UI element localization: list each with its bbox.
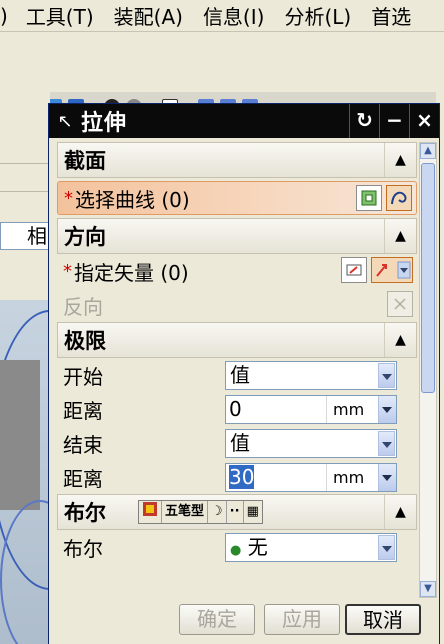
end-distance-input[interactable]: 30: [226, 464, 326, 491]
end-row: 结束 值: [57, 426, 417, 460]
menu-item-preferences[interactable]: 首选: [371, 1, 411, 30]
boolean-label: 布尔: [63, 536, 103, 561]
scroll-up-icon[interactable]: ▲: [420, 143, 436, 159]
required-asterisk: *: [63, 260, 72, 282]
start-label: 开始: [63, 364, 103, 389]
reverse-direction-label: 反向: [63, 294, 103, 319]
dialog-footer: 确定 应用 取消: [49, 598, 439, 644]
start-row: 开始 值: [57, 358, 417, 392]
menu-bar: ) 工具(T) 装配(A) 信息(I) 分析(L) 首选: [0, 0, 444, 32]
group-header-direction[interactable]: 方向 ▲: [57, 218, 417, 254]
apply-button[interactable]: 应用: [264, 604, 340, 635]
group-header-limits[interactable]: 极限 ▲: [57, 322, 417, 358]
start-distance-label: 距离: [63, 398, 103, 423]
chevron-down-icon[interactable]: [378, 396, 396, 423]
graphics-viewport[interactable]: [0, 300, 50, 644]
row-icons: [383, 291, 413, 317]
end-distance-field[interactable]: 30 mm: [225, 463, 397, 492]
vector-type-dropdown[interactable]: [371, 257, 413, 283]
menu-item-analysis[interactable]: 分析(L): [284, 1, 351, 30]
ime-mode-label[interactable]: 五笔型: [162, 501, 209, 523]
boolean-select-value: 无: [247, 535, 268, 559]
toolbar: [0, 32, 444, 115]
boolean-row: 布尔 ● 无: [57, 530, 417, 564]
collapse-icon[interactable]: ▲: [384, 219, 416, 253]
boolean-select[interactable]: ● 无: [225, 533, 397, 562]
reset-button[interactable]: ↻: [349, 104, 379, 138]
select-curve-label: 选择曲线 (0): [75, 187, 190, 212]
left-combo[interactable]: 相: [0, 222, 50, 250]
menu-item-truncated[interactable]: ): [0, 4, 8, 28]
chevron-down-icon[interactable]: [378, 464, 396, 491]
sketch-icon[interactable]: [356, 185, 382, 211]
pin-icon[interactable]: ↖: [49, 111, 81, 132]
extrude-dialog: ↖ 拉伸 ↻ − × 截面 ▲ * 选择曲线 (0) 方向 ▲ * 指定矢量 (…: [48, 103, 440, 644]
ime-toolbar[interactable]: 五笔型 ☽ ·· ▦: [138, 500, 263, 524]
start-distance-unit: mm: [326, 396, 378, 423]
minimize-button[interactable]: −: [379, 104, 409, 138]
cancel-button[interactable]: 取消: [345, 604, 421, 635]
collapse-icon[interactable]: ▲: [384, 323, 416, 357]
group-title: 方向: [64, 225, 106, 249]
ime-keyboard-icon[interactable]: ▦: [244, 501, 262, 523]
dialog-scrollbar[interactable]: ▲ ▼: [419, 142, 437, 598]
row-icons: [352, 185, 412, 211]
group-header-section[interactable]: 截面 ▲: [57, 142, 417, 178]
curve-select-icon[interactable]: [386, 185, 412, 211]
close-button[interactable]: ×: [409, 104, 439, 138]
specify-vector-label: 指定矢量 (0): [74, 260, 189, 285]
start-distance-input[interactable]: 0: [226, 396, 326, 423]
dialog-titlebar[interactable]: ↖ 拉伸 ↻ − ×: [49, 104, 439, 138]
select-curve-row[interactable]: * 选择曲线 (0): [57, 181, 417, 215]
collapse-icon[interactable]: ▲: [384, 143, 416, 177]
reverse-direction-row: 反向: [57, 288, 417, 322]
ime-moon-icon[interactable]: ☽: [208, 501, 227, 523]
vector-dialog-icon[interactable]: [341, 257, 367, 283]
end-distance-row: 距离 30 mm: [57, 460, 417, 494]
menu-item-assembly[interactable]: 装配(A): [114, 1, 183, 30]
start-select-value: 值: [230, 363, 250, 387]
end-label: 结束: [63, 432, 103, 457]
end-distance-unit: mm: [326, 464, 378, 491]
chevron-down-icon[interactable]: [378, 431, 395, 456]
chevron-down-icon[interactable]: [378, 363, 395, 388]
end-distance-selected-text: 30: [229, 465, 255, 489]
start-distance-row: 距离 0 mm: [57, 392, 417, 426]
end-distance-label: 距离: [63, 466, 103, 491]
end-select-value: 值: [230, 431, 250, 455]
end-select[interactable]: 值: [225, 429, 397, 458]
group-title: 截面: [64, 149, 106, 173]
boolean-none-icon: ●: [230, 543, 242, 558]
dialog-title: 拉伸: [81, 111, 128, 136]
collapse-icon[interactable]: ▲: [384, 495, 416, 529]
start-select[interactable]: 值: [225, 361, 397, 390]
left-toolbar-block: [0, 124, 50, 164]
menu-item-info[interactable]: 信息(I): [203, 1, 265, 30]
row-icons: [337, 257, 413, 283]
ok-button[interactable]: 确定: [179, 604, 255, 635]
viewport-part: [0, 360, 40, 510]
chevron-down-icon[interactable]: [378, 535, 395, 560]
required-asterisk: *: [64, 187, 73, 209]
ime-logo-icon[interactable]: [139, 501, 162, 523]
reverse-direction-icon: [387, 291, 413, 317]
scrollbar-thumb[interactable]: [421, 163, 435, 393]
start-distance-field[interactable]: 0 mm: [225, 395, 397, 424]
left-toolbar-block: [0, 164, 50, 192]
dialog-content: 截面 ▲ * 选择曲线 (0) 方向 ▲ * 指定矢量 (0) 反向 极限 ▲ …: [57, 142, 417, 598]
group-title: 极限: [64, 329, 106, 353]
group-header-boolean[interactable]: 布尔 五笔型 ☽ ·· ▦ ▲: [57, 494, 417, 530]
specify-vector-row[interactable]: * 指定矢量 (0): [57, 254, 417, 288]
scroll-down-icon[interactable]: ▼: [420, 581, 436, 597]
ime-punct-icon[interactable]: ··: [227, 501, 244, 523]
menu-item-tools[interactable]: 工具(T): [26, 1, 94, 30]
